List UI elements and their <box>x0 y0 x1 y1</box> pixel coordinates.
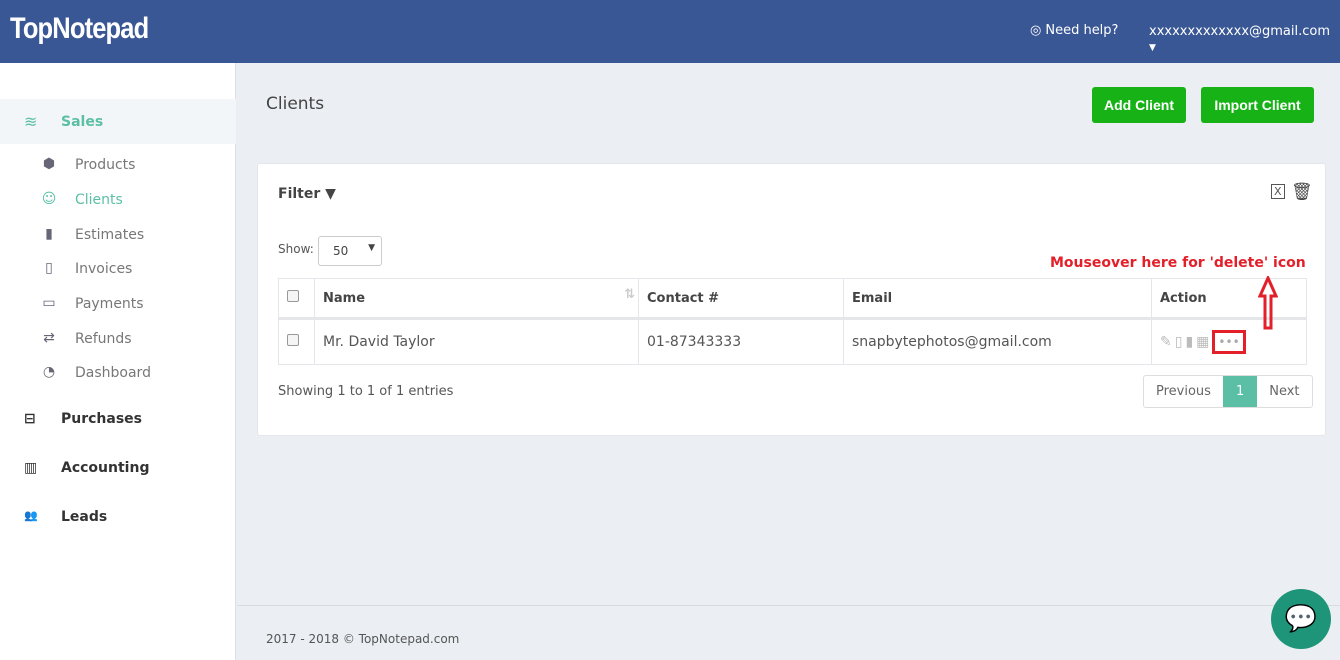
layers-icon: ≋ <box>24 112 38 131</box>
file-icon: ▮ <box>45 226 53 242</box>
table-row: Mr. David Taylor 01-87343333 snapbytepho… <box>278 318 1307 365</box>
add-client-button[interactable]: Add Client <box>1092 87 1186 123</box>
exchange-icon: ⇄ <box>43 330 55 346</box>
client-email: snapbytephotos@gmail.com <box>843 318 1152 365</box>
clients-panel: Filter ▼ X 🗑 Show: 50 ▼ Name ⇅ Contact # E… <box>257 163 1326 436</box>
table-header: Name ⇅ Contact # Email Action <box>278 278 1307 320</box>
sidebar-item-invoices[interactable]: ▯ Invoices <box>0 255 236 285</box>
cubes-icon: ⬢ <box>42 156 56 172</box>
chat-button[interactable]: 💬 <box>1271 589 1331 649</box>
sidebar-item-payments[interactable]: ▭ Payments <box>0 290 236 320</box>
sidebar-item-clients[interactable]: ☺ Clients <box>0 186 236 216</box>
sidebar-item-products[interactable]: ⬢ Products <box>0 151 236 181</box>
page-1-button[interactable]: 1 <box>1222 376 1258 407</box>
sidebar-item-refunds[interactable]: ⇄ Refunds <box>0 325 236 355</box>
annotation-text: Mouseover here for 'delete' icon <box>1050 255 1306 271</box>
select-all-checkbox[interactable] <box>287 290 299 302</box>
entries-info: Showing 1 to 1 of 1 entries <box>278 384 454 399</box>
sidebar-item-dashboard[interactable]: ◔ Dashboard <box>0 359 236 389</box>
dashboard-icon: ◔ <box>42 364 56 380</box>
help-link[interactable]: ◎ Need help? <box>1030 23 1118 38</box>
footer: 2017 - 2018 © TopNotepad.com <box>237 605 1340 660</box>
page-size-select[interactable]: 50 ▼ <box>318 236 382 266</box>
previous-button[interactable]: Previous <box>1144 376 1223 407</box>
sidebar-item-sales[interactable]: ≋ Sales <box>0 99 236 144</box>
file-icon[interactable]: ▮ <box>1185 334 1193 350</box>
caret-down-icon: ▼ <box>368 243 375 253</box>
sidebar-item-estimates[interactable]: ▮ Estimates <box>0 221 236 251</box>
filter-icon: ▼ <box>325 186 336 202</box>
chat-bubbles-icon: 💬 <box>1284 604 1318 634</box>
excel-export-icon[interactable]: X <box>1271 184 1285 199</box>
file-outline-icon: ▯ <box>45 260 53 276</box>
user-icon: ☺ <box>41 191 57 207</box>
column-email[interactable]: Email <box>843 278 1152 320</box>
client-name[interactable]: Mr. David Taylor <box>314 318 639 365</box>
next-button[interactable]: Next <box>1257 376 1311 407</box>
trash-icon[interactable]: 🗑 <box>1291 182 1313 202</box>
minus-square-icon: ⊟ <box>24 411 36 427</box>
page-title: Clients <box>266 94 325 114</box>
clients-table: Name ⇅ Contact # Email Action Mr. David T… <box>278 278 1307 365</box>
client-contact: 01-87343333 <box>638 318 844 365</box>
users-icon: 👥 <box>24 509 38 522</box>
row-actions: ✎ ▯ ▮ ▦ ••• <box>1151 318 1307 365</box>
top-bar: TopNotepad ◎ Need help? xxxxxxxxxxxxx@gma… <box>0 0 1340 63</box>
bar-chart-icon: ▥ <box>24 460 38 476</box>
file-outline-icon[interactable]: ▯ <box>1175 334 1183 350</box>
sort-icon: ⇅ <box>624 287 635 302</box>
import-client-button[interactable]: Import Client <box>1201 87 1314 123</box>
user-menu[interactable]: xxxxxxxxxxxxx@gmail.com ▼ <box>1149 24 1340 54</box>
column-contact[interactable]: Contact # <box>638 278 844 320</box>
column-action: Action <box>1151 278 1307 320</box>
lifebuoy-icon: ◎ <box>1030 23 1042 38</box>
logo[interactable]: TopNotepad <box>10 12 149 46</box>
pencil-icon[interactable]: ✎ <box>1160 334 1172 350</box>
more-icon[interactable]: ••• <box>1212 330 1246 354</box>
annotation-arrow-icon <box>1258 276 1278 330</box>
caret-down-icon: ▼ <box>1149 43 1156 53</box>
credit-card-icon: ▭ <box>42 295 56 311</box>
table-icon[interactable]: ▦ <box>1196 334 1209 350</box>
row-checkbox[interactable] <box>287 334 299 346</box>
column-name[interactable]: Name ⇅ <box>314 278 639 320</box>
filter-toggle[interactable]: Filter ▼ <box>278 186 336 202</box>
pagination: Previous 1 Next <box>1143 375 1313 408</box>
show-label: Show: <box>278 242 314 256</box>
sidebar: ≋ Sales ⬢ Products ☺ Clients ▮ Estimates ▯ In… <box>0 63 236 660</box>
